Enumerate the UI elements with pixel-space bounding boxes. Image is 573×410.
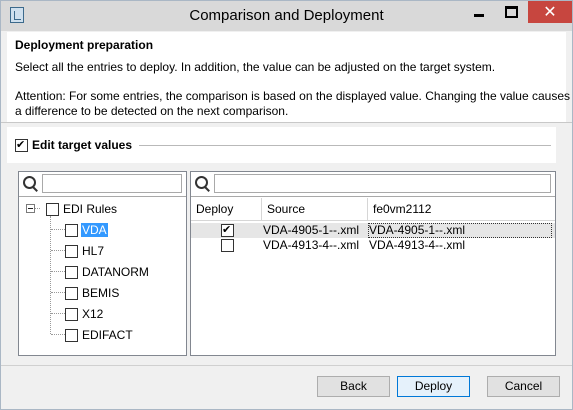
tree-item-vda[interactable]: VDA: [81, 223, 108, 237]
close-button[interactable]: ✕: [528, 1, 572, 23]
tree-item-x12-checkbox[interactable]: [65, 308, 78, 321]
deploy-button[interactable]: Deploy: [397, 376, 470, 397]
tree-line: [51, 271, 65, 272]
tree-item-bemis-checkbox[interactable]: [65, 287, 78, 300]
column-header-target[interactable]: fe0vm2112: [368, 198, 553, 220]
column-header-source[interactable]: Source: [262, 198, 368, 220]
tree-line: [51, 313, 65, 314]
tree-item-x12[interactable]: X12: [82, 307, 103, 321]
tree-root-label[interactable]: EDI Rules: [63, 202, 117, 216]
table-row[interactable]: VDA-4913-4--.xml VDA-4913-4--.xml: [191, 238, 555, 253]
target-value-cell[interactable]: VDA-4913-4--.xml: [369, 238, 465, 253]
title-bar[interactable]: Comparison and Deployment ✕: [1, 1, 572, 31]
tree-search-bar: [19, 172, 186, 197]
tree-item-bemis[interactable]: BEMIS: [82, 286, 119, 300]
tree-line: [51, 334, 65, 335]
header-description: Select all the entries to deploy. In add…: [15, 60, 496, 74]
close-icon: ✕: [543, 2, 557, 21]
table-row[interactable]: VDA-4905-1--.xml VDA-4905-1--.xml: [191, 223, 555, 238]
tree-line: [51, 229, 65, 230]
source-cell: VDA-4913-4--.xml: [263, 238, 360, 252]
tree-item-edifact-checkbox[interactable]: [65, 329, 78, 342]
tree-item-datanorm[interactable]: DATANORM: [82, 265, 149, 279]
header-title: Deployment preparation: [15, 38, 154, 52]
search-icon: [194, 175, 212, 193]
deploy-checkbox[interactable]: [221, 239, 234, 252]
tree-item-hl7[interactable]: HL7: [82, 244, 104, 258]
collapse-icon[interactable]: [26, 204, 35, 213]
tree-line: [50, 216, 51, 334]
maximize-button[interactable]: [495, 1, 527, 23]
dialog-window: Comparison and Deployment ✕ Deployment p…: [0, 0, 573, 410]
back-button[interactable]: Back: [317, 376, 390, 397]
tree-item-hl7-checkbox[interactable]: [65, 245, 78, 258]
edit-target-label[interactable]: Edit target values: [32, 138, 132, 152]
minimize-icon: [474, 13, 484, 17]
tree-line: [51, 250, 65, 251]
edit-target-checkbox[interactable]: [15, 138, 28, 152]
footer-divider: [1, 365, 572, 366]
table-header: Deploy Source fe0vm2112: [191, 198, 555, 221]
attention-line-2: a difference to be detected on the next …: [15, 104, 289, 118]
attention-line-1: Attention: For some entries, the compari…: [15, 89, 570, 103]
tree-root-checkbox[interactable]: [46, 203, 59, 216]
search-icon: [22, 175, 40, 193]
maximize-icon: [504, 6, 518, 18]
source-cell: VDA-4905-1--.xml: [263, 223, 360, 237]
tree-item-datanorm-checkbox[interactable]: [65, 266, 78, 279]
group-divider: [139, 145, 551, 146]
header-divider: [1, 122, 572, 123]
cancel-button[interactable]: Cancel: [487, 376, 560, 397]
tree-item-edifact[interactable]: EDIFACT: [82, 328, 133, 342]
column-header-deploy[interactable]: Deploy: [191, 198, 262, 220]
tree-line: [51, 292, 65, 293]
deployment-table-panel: Deploy Source fe0vm2112 VDA-4905-1--.xml…: [190, 171, 556, 356]
minimize-button[interactable]: [463, 1, 495, 23]
table-search-input[interactable]: [214, 174, 551, 193]
edit-target-group: Edit target values: [7, 127, 556, 163]
tree-item-vda-checkbox[interactable]: [65, 224, 78, 237]
rules-tree-panel: EDI Rules VDA HL7 DATANORM BEMIS X12 EDI…: [18, 171, 187, 356]
info-header: Deployment preparation Select all the en…: [7, 32, 570, 122]
target-value-cell[interactable]: VDA-4905-1--.xml: [368, 223, 552, 238]
tree-search-input[interactable]: [42, 174, 182, 193]
attention-text: Attention: For some entries, the compari…: [15, 89, 570, 119]
table-search-bar: [191, 172, 555, 197]
deploy-checkbox[interactable]: [221, 223, 234, 237]
